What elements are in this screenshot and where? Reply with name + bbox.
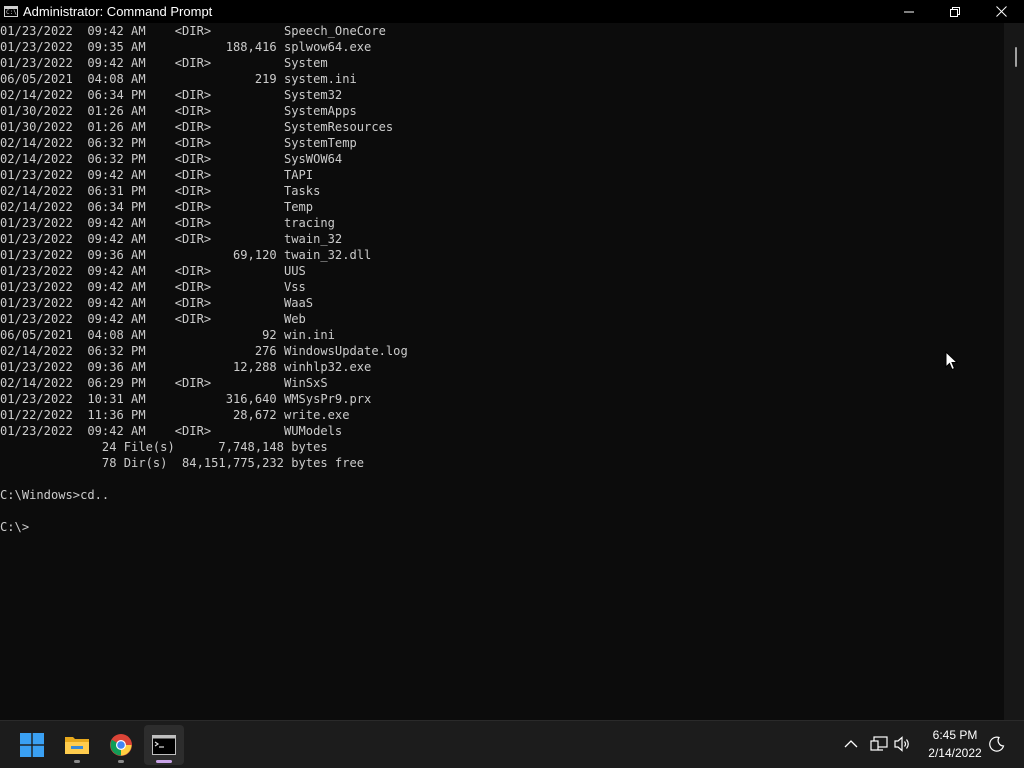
- command-prompt-button[interactable]: [144, 725, 184, 765]
- console-line: 02/14/2022 06:32 PM <DIR> SysWOW64: [0, 152, 343, 166]
- console-line: 01/23/2022 09:35 AM 188,416 splwow64.exe: [0, 40, 372, 54]
- moon-icon: [989, 736, 1005, 752]
- close-icon: [995, 6, 1007, 17]
- folder-icon: [65, 737, 89, 754]
- terminal-icon: [152, 735, 176, 755]
- console-line: C:\>: [0, 520, 30, 534]
- file-explorer-button[interactable]: [57, 725, 97, 765]
- window-controls: [886, 0, 1024, 23]
- running-indicator: [118, 760, 124, 763]
- running-indicator: [74, 760, 80, 763]
- clock-time: 6:45 PM: [932, 728, 978, 742]
- app-icon-text: C:\: [6, 9, 17, 16]
- console-line: 01/23/2022 09:42 AM <DIR> System: [0, 56, 328, 70]
- start-button[interactable]: [12, 725, 52, 765]
- console-line: 24 File(s) 7,748,148 bytes: [0, 440, 328, 454]
- console-line: 02/14/2022 06:34 PM <DIR> System32: [0, 88, 343, 102]
- console-line: 01/23/2022 09:42 AM <DIR> tracing: [0, 216, 335, 230]
- console-line: 02/14/2022 06:32 PM <DIR> SystemTemp: [0, 136, 357, 150]
- speaker-icon: [894, 736, 909, 752]
- command-prompt-icon: C:\: [4, 6, 18, 17]
- console-line: 01/23/2022 09:36 AM 12,288 winhlp32.exe: [0, 360, 372, 374]
- minimize-button[interactable]: [886, 0, 932, 23]
- minimize-icon: [904, 11, 914, 12]
- taskbar: 6:45 PM 2/14/2022: [0, 720, 1024, 768]
- console-line: 01/23/2022 09:42 AM <DIR> twain_32: [0, 232, 343, 246]
- console-line: 01/30/2022 01:26 AM <DIR> SystemResource…: [0, 120, 394, 134]
- console-line: 02/14/2022 06:34 PM <DIR> Temp: [0, 200, 314, 214]
- console-line: 01/23/2022 09:42 AM <DIR> WUModels: [0, 424, 343, 438]
- chevron-up-icon: [844, 740, 858, 748]
- window-title: Administrator: Command Prompt: [23, 4, 213, 19]
- close-button[interactable]: [978, 0, 1024, 23]
- network-button[interactable]: [868, 733, 890, 755]
- console-line: 01/23/2022 10:31 AM 316,640 WMSysPr9.prx: [0, 392, 372, 406]
- show-hidden-icons-button[interactable]: [840, 733, 862, 755]
- console-line: 78 Dir(s) 84,151,775,232 bytes free: [0, 456, 365, 470]
- console-line: 01/23/2022 09:42 AM <DIR> UUS: [0, 264, 306, 278]
- console-line: 06/05/2021 04:08 AM 92 win.ini: [0, 328, 335, 342]
- system-clock[interactable]: 6:45 PM 2/14/2022: [920, 726, 990, 764]
- console-line: 02/14/2022 06:32 PM 276 WindowsUpdate.lo…: [0, 344, 408, 358]
- title-bar[interactable]: C:\ Administrator: Command Prompt: [0, 0, 1024, 23]
- focus-assist-button[interactable]: [986, 733, 1008, 755]
- console-line: 02/14/2022 06:29 PM <DIR> WinSxS: [0, 376, 328, 390]
- console-line: 01/22/2022 11:36 PM 28,672 write.exe: [0, 408, 350, 422]
- console-line: 01/23/2022 09:42 AM <DIR> TAPI: [0, 168, 314, 182]
- console-line: 01/23/2022 09:42 AM <DIR> Vss: [0, 280, 306, 294]
- console-line: C:\Windows>cd..: [0, 488, 110, 502]
- mouse-cursor-icon: [945, 351, 959, 371]
- clock-date: 2/14/2022: [928, 746, 982, 760]
- console-line: 01/23/2022 09:42 AM <DIR> Web: [0, 312, 306, 326]
- restore-button[interactable]: [932, 0, 978, 23]
- console-line: 01/23/2022 09:42 AM <DIR> WaaS: [0, 296, 314, 310]
- console-line: 02/14/2022 06:31 PM <DIR> Tasks: [0, 184, 321, 198]
- active-indicator: [156, 760, 172, 763]
- console-line: 06/05/2021 04:08 AM 219 system.ini: [0, 72, 357, 86]
- chrome-icon: [110, 734, 132, 756]
- scrollbar-thumb[interactable]: [1015, 47, 1017, 67]
- volume-button[interactable]: [892, 733, 914, 755]
- vertical-scrollbar[interactable]: [1004, 23, 1024, 720]
- console-line: 01/23/2022 09:42 AM <DIR> Speech_OneCore: [0, 24, 386, 38]
- console-output[interactable]: 01/23/2022 09:42 AM <DIR> Speech_OneCore…: [0, 23, 1004, 720]
- chrome-button[interactable]: [101, 725, 141, 765]
- restore-icon: [950, 6, 960, 17]
- windows-logo-icon: [20, 733, 44, 757]
- console-line: 01/23/2022 09:36 AM 69,120 twain_32.dll: [0, 248, 372, 262]
- network-icon: [870, 736, 888, 751]
- console-line: 01/30/2022 01:26 AM <DIR> SystemApps: [0, 104, 357, 118]
